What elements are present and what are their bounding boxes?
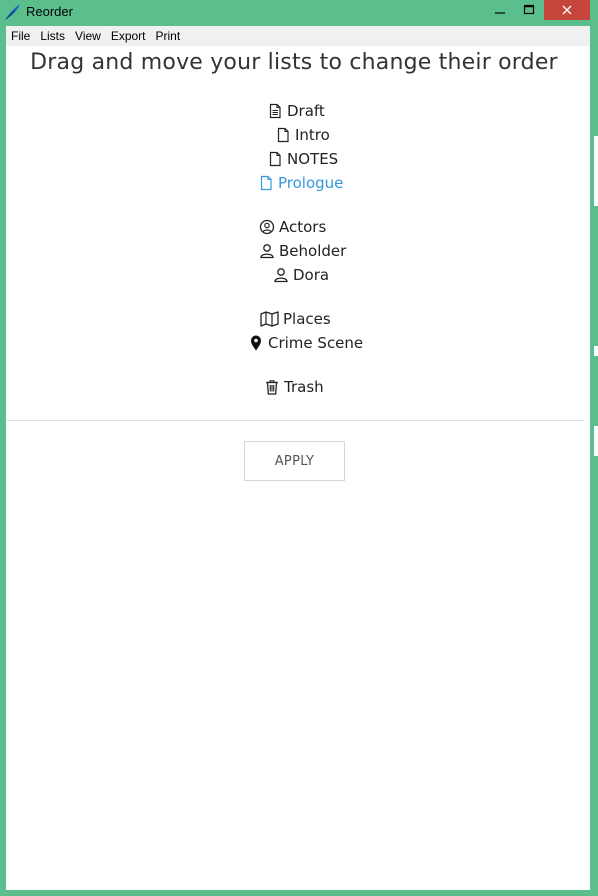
divider <box>6 420 584 421</box>
trash-icon <box>264 379 280 395</box>
menu-export[interactable]: Export <box>106 26 151 46</box>
list-item-crime-scene[interactable]: Crime Scene <box>248 334 363 352</box>
background-window-sliver <box>594 346 598 356</box>
list-item-label: Trash <box>284 378 324 396</box>
user-circle-icon <box>259 219 275 235</box>
list-item-trash[interactable]: Trash <box>264 378 324 396</box>
list-item-draft[interactable]: Draft <box>267 102 325 120</box>
list-item-label: Prologue <box>278 174 344 192</box>
map-icon <box>260 311 279 327</box>
list-item-prologue[interactable]: Prologue <box>258 174 343 192</box>
file-text-icon <box>267 103 283 119</box>
list-item-label: Places <box>283 310 331 328</box>
list-item-intro[interactable]: Intro <box>275 126 330 144</box>
window-right-edge <box>590 26 598 896</box>
window-title: Reorder <box>26 4 73 19</box>
menu-file[interactable]: File <box>6 26 35 46</box>
title-bar[interactable]: Reorder <box>0 0 598 26</box>
file-icon <box>275 127 291 143</box>
list-item-label: Crime Scene <box>268 334 364 352</box>
list-item-label: Beholder <box>279 242 347 260</box>
list-item-label: Actors <box>279 218 327 236</box>
feather-icon <box>4 3 22 21</box>
apply-button[interactable]: APPLY <box>244 441 345 481</box>
menu-view[interactable]: View <box>70 26 106 46</box>
client-area: File Lists View Export Print Drag and mo… <box>6 26 590 890</box>
user-icon <box>273 267 289 283</box>
list-item-label: NOTES <box>287 150 339 168</box>
list-item-label: Dora <box>293 266 330 284</box>
file-icon <box>267 151 283 167</box>
map-pin-icon <box>248 335 264 351</box>
background-window-sliver <box>594 136 598 206</box>
list-item-beholder[interactable]: Beholder <box>259 242 346 260</box>
list-item-label: Draft <box>287 102 325 120</box>
close-button[interactable] <box>544 0 590 20</box>
app-window: Reorder File Lists View Export Print Dra… <box>0 0 598 896</box>
maximize-button[interactable] <box>515 0 543 20</box>
list-item-dora[interactable]: Dora <box>273 266 329 284</box>
minimize-button[interactable] <box>486 0 514 20</box>
page-heading: Drag and move your lists to change their… <box>30 50 558 75</box>
list-item-notes[interactable]: NOTES <box>267 150 338 168</box>
list-item-label: Intro <box>295 126 330 144</box>
menu-lists[interactable]: Lists <box>35 26 70 46</box>
file-icon <box>258 175 274 191</box>
list-item-places[interactable]: Places <box>260 310 331 328</box>
list-item-actors[interactable]: Actors <box>259 218 326 236</box>
background-window-sliver <box>594 426 598 456</box>
user-icon <box>259 243 275 259</box>
menu-print[interactable]: Print <box>151 26 186 46</box>
menu-bar: File Lists View Export Print <box>6 26 590 46</box>
